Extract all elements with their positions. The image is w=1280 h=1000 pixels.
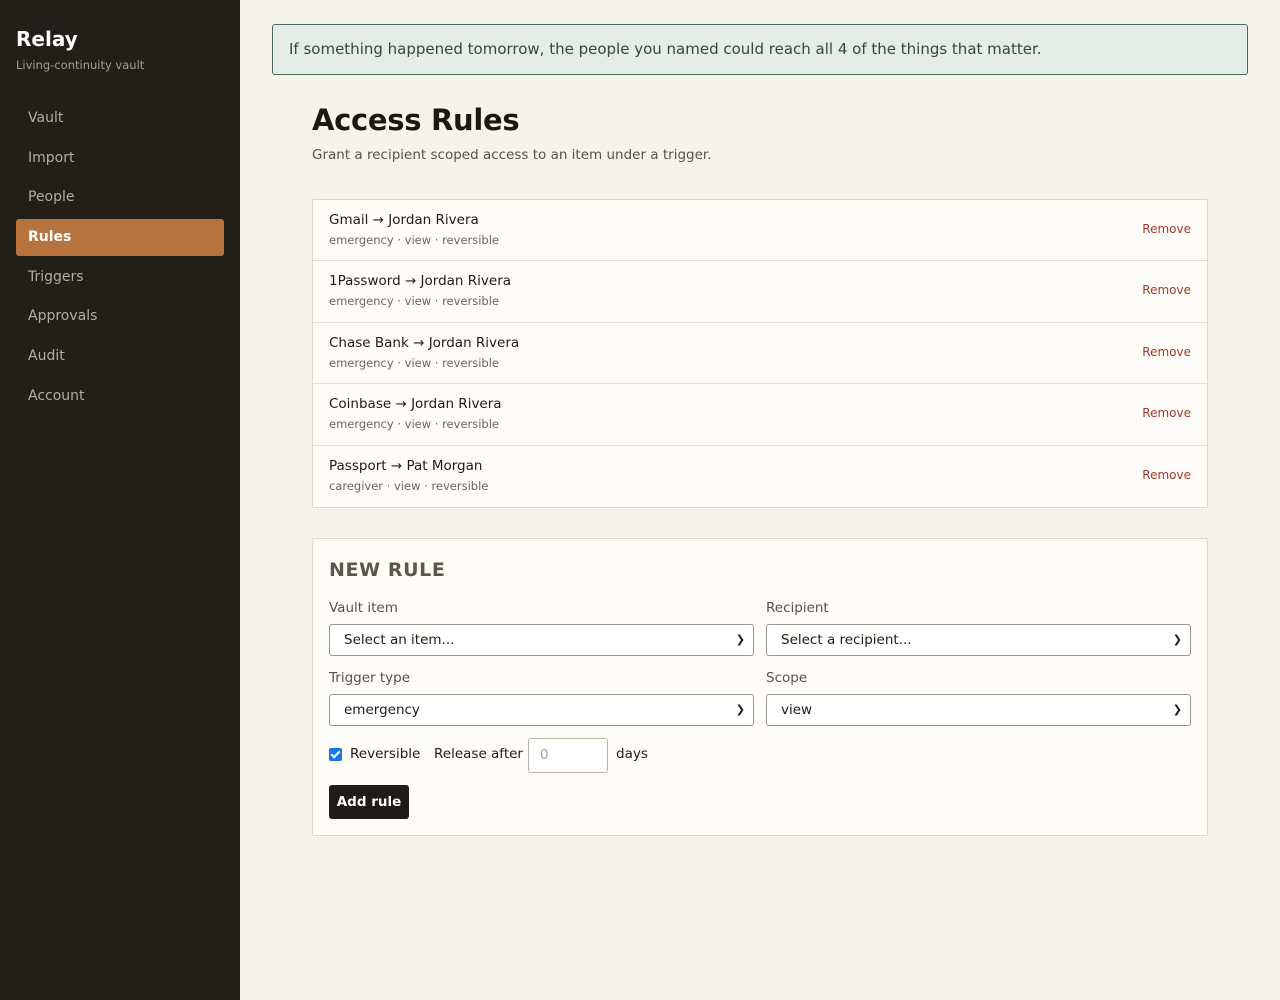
remove-rule-button[interactable]: Remove xyxy=(1142,345,1191,359)
add-rule-button[interactable]: Add rule xyxy=(329,785,409,819)
sidebar-item-approvals[interactable]: Approvals xyxy=(16,298,224,335)
vault-item-select[interactable]: Select an item... ❯ xyxy=(329,624,754,656)
remove-rule-button[interactable]: Remove xyxy=(1142,406,1191,420)
trigger-type-label: Trigger type xyxy=(329,670,411,686)
sidebar: Relay Living-continuity vault Vault Impo… xyxy=(0,0,240,1000)
sidebar-item-vault[interactable]: Vault xyxy=(16,100,224,137)
sidebar-item-account[interactable]: Account xyxy=(16,378,224,415)
rule-meta: caregiver · view · reversible xyxy=(329,478,489,493)
reversible-label: Reversible xyxy=(350,746,421,762)
main-content: If something happened tomorrow, the peop… xyxy=(240,0,1280,1000)
sidebar-item-triggers[interactable]: Triggers xyxy=(16,259,224,296)
chevron-down-icon: ❯ xyxy=(735,703,745,716)
rule-meta: emergency · view · reversible xyxy=(329,233,500,247)
scope-label: Scope xyxy=(766,670,808,686)
sidebar-item-rules[interactable]: Rules xyxy=(16,219,224,257)
recipient-label: Recipient xyxy=(766,600,829,616)
chevron-down-icon: ❯ xyxy=(735,633,745,646)
coverage-banner: If something happened tomorrow, the peop… xyxy=(272,24,1248,75)
days-unit-label: days xyxy=(616,746,648,762)
rule-title: 1Password → Jordan Rivera xyxy=(329,273,512,290)
recipient-select[interactable]: Select a recipient... ❯ xyxy=(766,624,1191,656)
rule-title: Chase Bank → Jordan Rivera xyxy=(329,334,520,351)
release-days-input[interactable]: 0 xyxy=(528,738,608,773)
rule-row: Chase Bank → Jordan Rivera emergency · v… xyxy=(313,323,1207,385)
rule-title: Coinbase → Jordan Rivera xyxy=(329,396,502,413)
rules-list: Gmail → Jordan Rivera emergency · view ·… xyxy=(312,199,1208,508)
new-rule-form: NEW RULE Vault item Select an item... ❯ … xyxy=(312,538,1208,836)
recipient-select-value: Select a recipient... xyxy=(781,632,912,648)
release-after-label: Release after xyxy=(434,746,523,762)
new-rule-heading: NEW RULE xyxy=(329,559,446,581)
vault-item-label: Vault item xyxy=(329,600,398,616)
vault-item-select-value: Select an item... xyxy=(344,632,455,648)
app-tagline: Living-continuity vault xyxy=(16,58,145,72)
rule-meta: emergency · view · reversible xyxy=(329,355,500,370)
rule-title: Passport → Pat Morgan xyxy=(329,457,483,474)
sidebar-item-audit[interactable]: Audit xyxy=(16,338,224,375)
page-title: Access Rules xyxy=(312,103,520,137)
rule-row: Passport → Pat Morgan caregiver · view ·… xyxy=(313,446,1207,507)
scope-select[interactable]: view ❯ xyxy=(766,694,1191,726)
remove-rule-button[interactable]: Remove xyxy=(1142,468,1191,482)
trigger-type-select-value: emergency xyxy=(344,702,420,718)
page-subtitle: Grant a recipient scoped access to an it… xyxy=(312,147,712,163)
remove-rule-button[interactable]: Remove xyxy=(1142,283,1191,297)
scope-select-value: view xyxy=(781,702,813,718)
rule-meta: emergency · view · reversible xyxy=(329,417,500,432)
trigger-type-select[interactable]: emergency ❯ xyxy=(329,694,754,726)
sidebar-item-people[interactable]: People xyxy=(16,179,224,216)
sidebar-item-import[interactable]: Import xyxy=(16,140,224,177)
rule-meta: emergency · view · reversible xyxy=(329,294,500,309)
rule-row: Coinbase → Jordan Rivera emergency · vie… xyxy=(313,384,1207,446)
remove-rule-button[interactable]: Remove xyxy=(1142,222,1191,236)
chevron-down-icon: ❯ xyxy=(1172,703,1182,716)
chevron-down-icon: ❯ xyxy=(1172,633,1182,646)
rule-row: 1Password → Jordan Rivera emergency · vi… xyxy=(313,261,1207,323)
sidebar-nav: Vault Import People Rules Triggers Appro… xyxy=(16,100,224,415)
reversible-checkbox[interactable] xyxy=(329,748,342,761)
app-name: Relay xyxy=(16,27,78,51)
rule-title: Gmail → Jordan Rivera xyxy=(329,212,479,228)
rule-row: Gmail → Jordan Rivera emergency · view ·… xyxy=(313,200,1207,262)
